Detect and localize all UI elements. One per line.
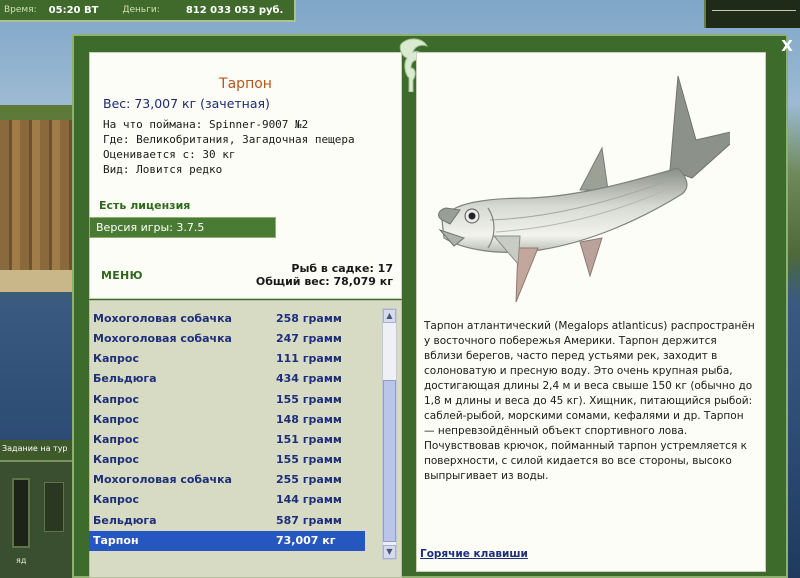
catch-row-selected[interactable]: Тарпон 73,007 кг <box>89 530 365 551</box>
menu-button[interactable]: МЕНЮ <box>101 269 143 282</box>
scroll-up-icon[interactable]: ▲ <box>383 309 396 323</box>
caught-on: На что поймана: Spinner-9007 №2 <box>103 118 309 131</box>
catch-row-weight: 144 грамм <box>276 493 342 507</box>
catch-row-name: Мохоголовая собачка <box>93 312 232 325</box>
catch-row-weight: 247 грамм <box>276 332 342 346</box>
catch-row-weight: 587 грамм <box>276 513 342 527</box>
catch-row-name: Капрос <box>93 493 139 507</box>
catch-row[interactable]: Мохоголовая собачка 258 грамм <box>89 309 365 329</box>
minimap-line <box>712 10 796 11</box>
task-label[interactable]: Задание на тур <box>0 440 72 460</box>
catch-row-weight: 111 грамм <box>276 352 342 366</box>
catch-row[interactable]: Мохоголовая собачка 247 грамм <box>89 329 365 349</box>
catch-row-name: Капрос <box>93 453 139 467</box>
catch-row[interactable]: Мохоголовая собачка 255 грамм <box>89 470 365 490</box>
catch-row-name: Капрос <box>93 432 139 446</box>
catch-row-name: Мохоголовая собачка <box>93 332 232 346</box>
scroll-thumb[interactable] <box>383 380 396 542</box>
catch-row[interactable]: Капрос 144 грамм <box>89 490 365 510</box>
catch-row[interactable]: Бельдюга 587 грамм <box>89 511 365 531</box>
tool-slot[interactable] <box>12 478 30 548</box>
catch-location: Где: Великобритания, Загадочная пещера <box>103 133 355 146</box>
money-value: 812 033 053 руб. <box>185 4 284 16</box>
game-version: Версия игры: 3.7.5 <box>89 217 276 238</box>
scroll-down-icon[interactable]: ▼ <box>383 545 396 559</box>
catch-row-name: Капрос <box>93 392 139 406</box>
catch-row-weight: 155 грамм <box>276 453 342 467</box>
license-status: Есть лицензия <box>99 199 191 212</box>
catch-row-weight: 258 грамм <box>276 312 342 325</box>
catch-row-name: Капрос <box>93 412 139 426</box>
catch-row-name: Тарпон <box>93 533 139 547</box>
time-value: 05:20 ВТ <box>48 4 99 16</box>
catch-row-weight: 155 грамм <box>276 392 342 406</box>
close-button[interactable]: X <box>778 36 796 56</box>
tarpon-fish-image <box>438 75 730 303</box>
catch-row[interactable]: Капрос 155 грамм <box>89 450 365 470</box>
catch-total-weight: Общий вес: 78,079 кг <box>255 275 393 288</box>
catch-row[interactable]: Капрос 111 грамм <box>89 349 365 369</box>
yd-label: яд <box>16 556 27 565</box>
catch-row[interactable]: Капрос 151 грамм <box>89 430 365 450</box>
tool-slot-secondary[interactable] <box>44 482 64 532</box>
catch-row-name: Бельдюга <box>93 372 157 386</box>
fish-name: Тарпон <box>219 76 272 92</box>
catch-row-weight: 255 грамм <box>276 473 342 487</box>
catch-row-name: Бельдюга <box>93 513 157 527</box>
shoreline <box>0 270 75 292</box>
fish-weight: Вес: 73,007 кг (зачетная) <box>103 96 270 111</box>
catch-row-name: Капрос <box>93 352 139 366</box>
minimap-panel <box>704 0 800 28</box>
time-label: Время: <box>4 5 37 15</box>
status-bar: Время: 05:20 ВТ Деньги: 812 033 053 руб. <box>0 0 296 22</box>
catch-row-weight: 148 грамм <box>276 412 342 426</box>
fish-description: Тарпон атлантический (Megalops atlanticu… <box>424 320 755 482</box>
catch-row-weight: 73,007 кг <box>276 533 336 547</box>
catch-row-weight: 434 грамм <box>276 372 342 386</box>
valued-from: Оценивается с: 30 кг <box>103 148 236 161</box>
catch-count: Рыб в садке: 17 <box>291 262 393 275</box>
catch-row[interactable]: Капрос 155 грамм <box>89 390 365 410</box>
fish-kind: Вид: Ловится редко <box>103 163 223 176</box>
money-label: Деньги: <box>122 5 160 15</box>
catch-row-name: Мохоголовая собачка <box>93 473 232 487</box>
catch-row[interactable]: Бельдюга 434 грамм <box>89 369 365 389</box>
catch-row[interactable]: Капрос 148 грамм <box>89 410 365 430</box>
hotkeys-link[interactable]: Горячие клавиши <box>420 548 528 560</box>
basalt-cliff <box>0 120 75 290</box>
catch-row-weight: 151 грамм <box>276 432 342 446</box>
